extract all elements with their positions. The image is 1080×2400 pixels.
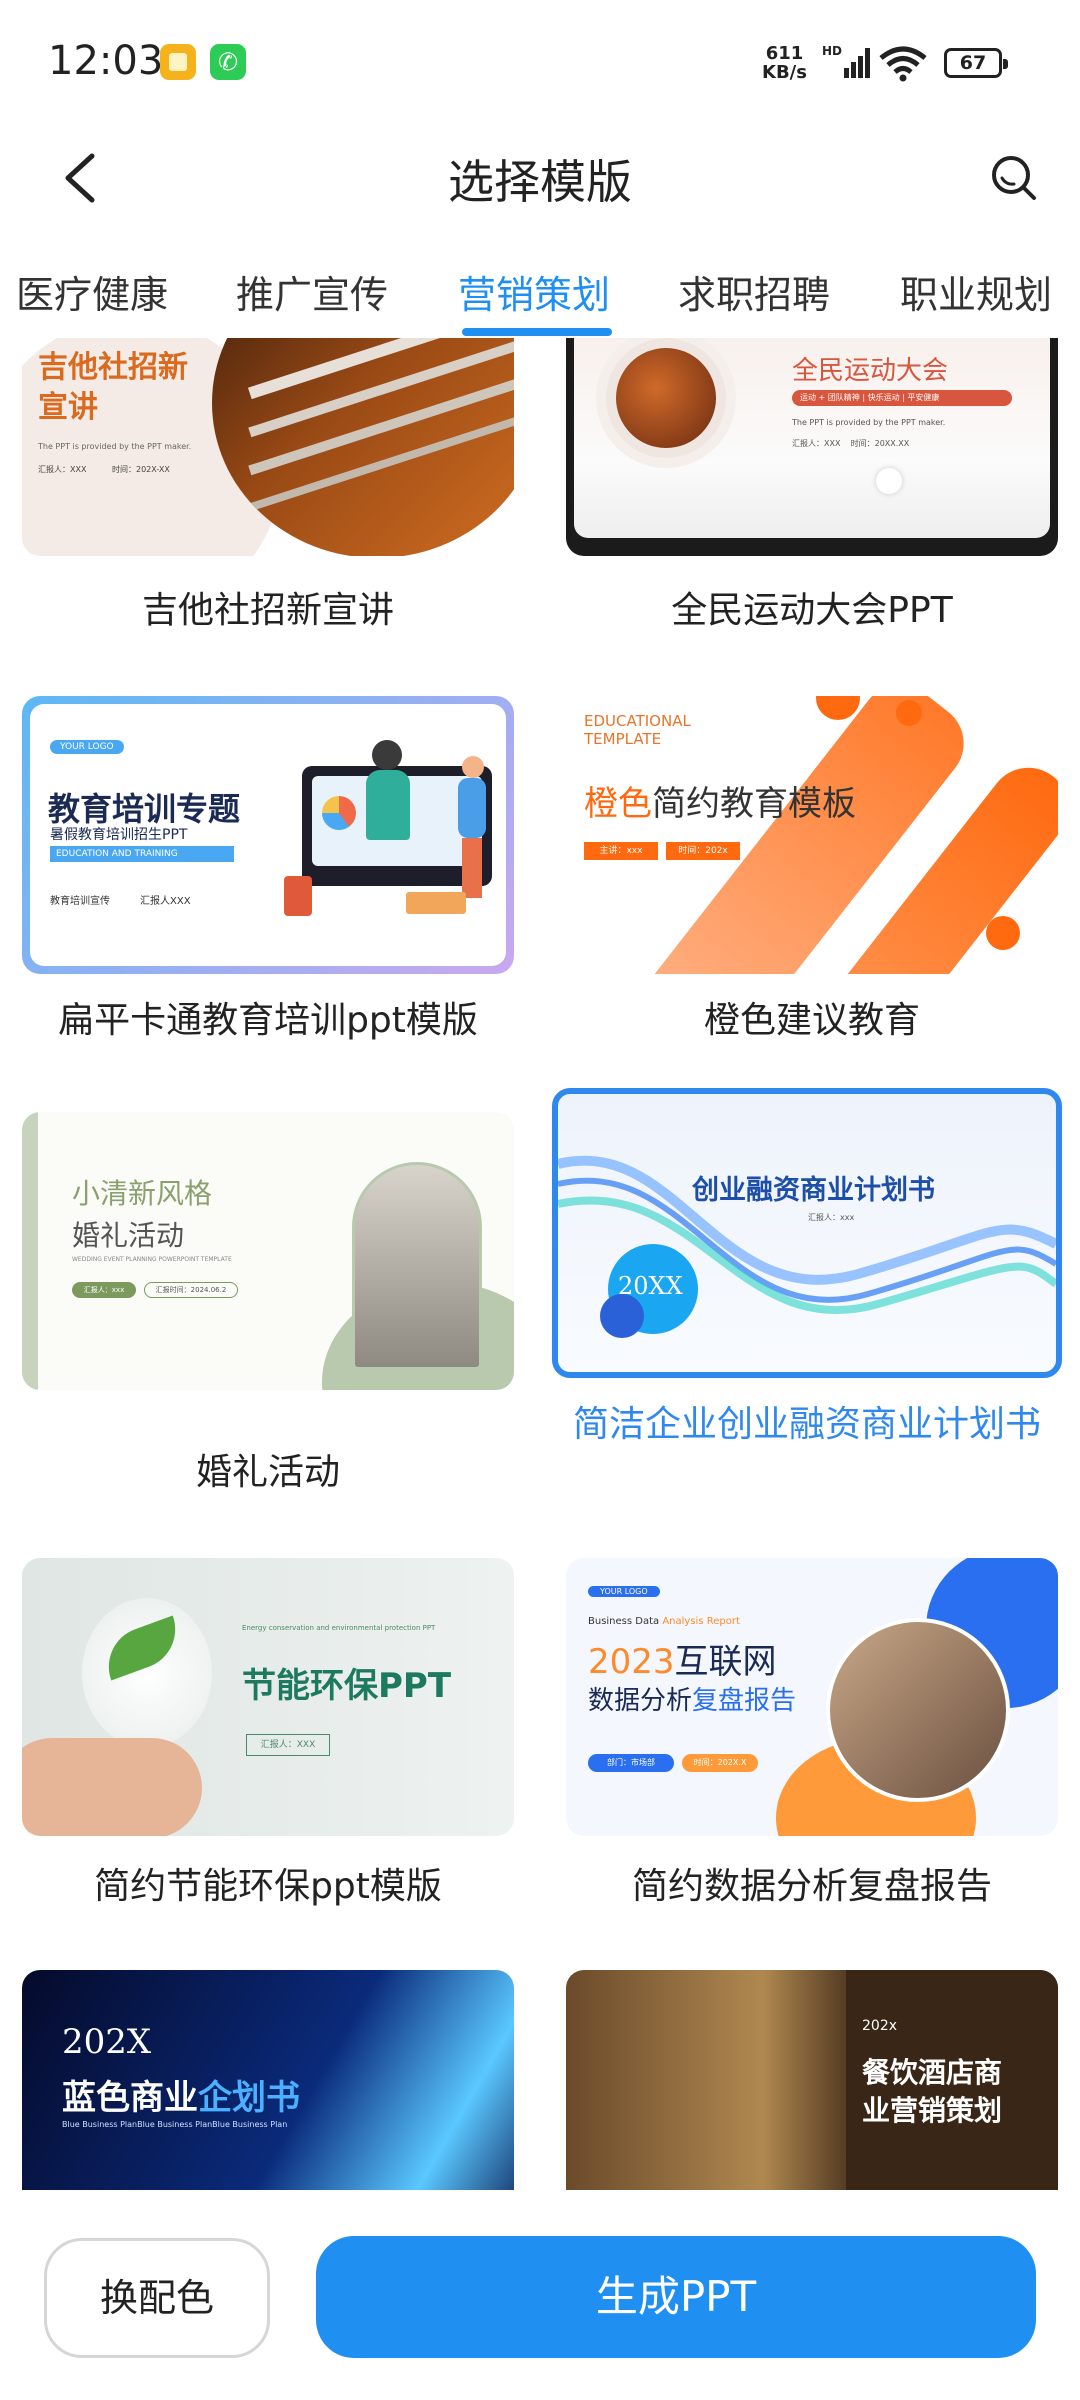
template-thumbnail[interactable]: 202x 餐饮酒店商 业营销策划: [566, 1970, 1058, 2190]
tab-medical[interactable]: 医疗健康: [16, 264, 168, 319]
signal-icon: HD: [822, 44, 870, 78]
template-card[interactable]: 全民运动大会 运动 + 团队精神 | 快乐运动 | 平安健康 The PPT i…: [566, 338, 1058, 718]
search-icon[interactable]: [984, 148, 1044, 208]
template-caption: 简约数据分析复盘报告: [631, 1866, 992, 1907]
template-thumbnail[interactable]: Energy conservation and environmental pr…: [22, 1558, 514, 1836]
template-card[interactable]: YOUR LOGO Business Data Analysis Report …: [566, 1558, 1058, 1978]
template-thumbnail[interactable]: YOUR LOGO 教育培训专题 暑假教育培训招生PPT EDUCATION A…: [22, 696, 514, 974]
battery-icon: 67: [944, 48, 1008, 78]
wifi-icon: [879, 46, 927, 82]
thumb-title: 餐饮酒店商 业营销策划: [862, 2056, 1003, 2127]
template-thumbnail[interactable]: EDUCATIONAL TEMPLATE 橙色简约教育模板 主讲：xxx 时间：…: [566, 696, 1058, 974]
tab-recruitment[interactable]: 求职招聘: [678, 264, 830, 319]
template-card[interactable]: YOUR LOGO 教育培训专题 暑假教育培训招生PPT EDUCATION A…: [22, 696, 514, 1096]
template-thumbnail[interactable]: 202X 蓝色商业企划书 Blue Business PlanBlue Busi…: [22, 1970, 514, 2190]
template-caption: 婚礼活动: [195, 1452, 340, 1493]
tab-promotion[interactable]: 推广宣传: [236, 264, 388, 319]
thumb-title: 橙色简约教育模板: [584, 784, 856, 824]
template-card[interactable]: 小清新风格 婚礼活动 WEDDING EVENT PLANNING POWERP…: [22, 1112, 514, 1582]
tab-career[interactable]: 职业规划: [900, 264, 1052, 319]
page-title: 选择模版: [448, 155, 632, 209]
generate-ppt-button[interactable]: 生成PPT: [316, 2236, 1036, 2358]
template-thumbnail[interactable]: 全民运动大会 运动 + 团队精神 | 快乐运动 | 平安健康 The PPT i…: [566, 338, 1058, 556]
template-card[interactable]: Energy conservation and environmental pr…: [22, 1558, 514, 1978]
template-caption: 简约节能环保ppt模版: [94, 1866, 442, 1907]
thumb-title: 2023互联网: [588, 1642, 777, 1682]
gallery-notification-icon: [160, 44, 196, 80]
template-thumbnail[interactable]: 吉他社招新 宣讲 The PPT is provided by the PPT …: [22, 338, 514, 556]
template-thumbnail[interactable]: YOUR LOGO Business Data Analysis Report …: [566, 1558, 1058, 1836]
tab-marketing[interactable]: 营销策划: [458, 264, 610, 319]
title-bar: 选择模版: [0, 128, 1080, 228]
template-card-selected[interactable]: 20XX 创业融资商业计划书 汇报人：xxx 简洁企业创业融资商业计划书: [552, 1088, 1062, 1608]
change-color-button[interactable]: 换配色: [44, 2238, 270, 2358]
template-caption: 吉他社招新宣讲: [141, 590, 394, 631]
template-caption: 全民运动大会PPT: [671, 590, 953, 631]
template-thumbnail[interactable]: 20XX 创业融资商业计划书 汇报人：xxx: [552, 1088, 1062, 1378]
thumb-title: 吉他社招新 宣讲: [38, 350, 188, 425]
template-card[interactable]: 吉他社招新 宣讲 The PPT is provided by the PPT …: [22, 338, 514, 718]
template-grid: 吉他社招新 宣讲 The PPT is provided by the PPT …: [0, 338, 1080, 2190]
phone-notification-icon: ✆: [210, 44, 246, 80]
thumb-title: 创业融资商业计划书: [692, 1175, 935, 1206]
template-thumbnail[interactable]: 小清新风格 婚礼活动 WEDDING EVENT PLANNING POWERP…: [22, 1112, 514, 1390]
template-card[interactable]: 202x 餐饮酒店商 业营销策划: [566, 1970, 1058, 2190]
template-card[interactable]: 202X 蓝色商业企划书 Blue Business PlanBlue Busi…: [22, 1970, 514, 2190]
thumb-title: 蓝色商业企划书: [62, 2078, 300, 2118]
template-card[interactable]: EDUCATIONAL TEMPLATE 橙色简约教育模板 主讲：xxx 时间：…: [566, 696, 1058, 1096]
template-caption: 扁平卡通教育培训ppt模版: [58, 1000, 478, 1041]
thumb-title: 节能环保PPT: [242, 1666, 452, 1706]
network-speed: 611 KB/s: [762, 43, 807, 83]
template-caption: 简洁企业创业融资商业计划书: [572, 1404, 1041, 1445]
status-bar: 12:03 ✆ 611 KB/s HD 67: [0, 0, 1080, 128]
status-time: 12:03: [48, 38, 164, 84]
svg-text:HD: HD: [822, 44, 842, 58]
active-tab-indicator: [462, 328, 612, 336]
template-caption: 橙色建议教育: [703, 1000, 920, 1041]
thumb-title: 全民运动大会: [792, 356, 949, 386]
bottom-action-bar: 换配色 生成PPT: [0, 2190, 1080, 2400]
category-tabs: 医疗健康 推广宣传 营销策划 求职招聘 职业规划: [0, 252, 1080, 338]
thumb-title: 小清新风格: [72, 1177, 213, 1210]
